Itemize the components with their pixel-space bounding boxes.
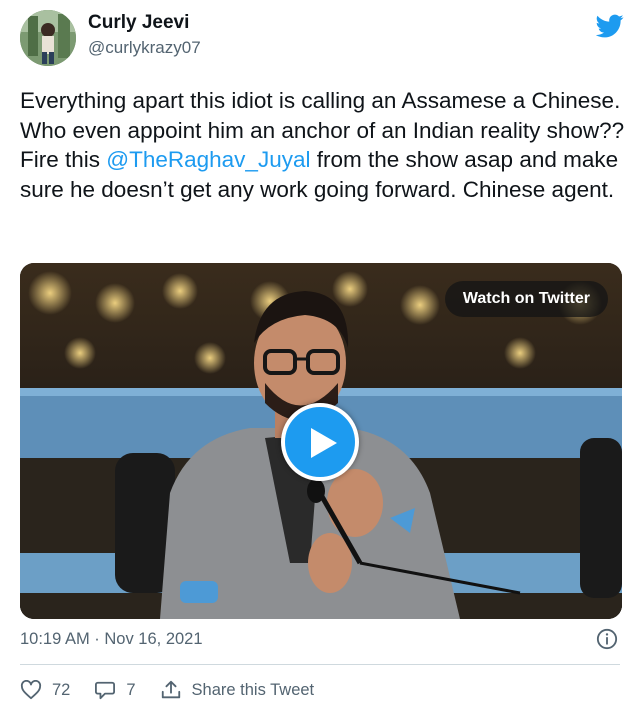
- reply-count: 7: [126, 680, 136, 699]
- tweet-card: Curly Jeevi @curlykrazy07 Everything apa…: [0, 0, 640, 708]
- like-action[interactable]: 72: [20, 680, 70, 700]
- tweet-text-prefix: Fire this: [20, 147, 107, 172]
- tweet-timestamp[interactable]: 10:19 AM · Nov 16, 2021: [20, 630, 203, 649]
- video-player[interactable]: Watch on Twitter: [20, 263, 622, 619]
- twitter-bird-icon[interactable]: [596, 12, 624, 40]
- reply-icon: [95, 681, 116, 700]
- mention-link[interactable]: @TheRaghav_Juyal: [106, 147, 310, 172]
- avatar[interactable]: [20, 10, 76, 66]
- share-icon: [161, 680, 180, 699]
- like-count: 72: [52, 680, 71, 699]
- author-handle[interactable]: @curlykrazy07: [88, 38, 201, 58]
- tweet-text: Everything apart this idiot is calling a…: [20, 86, 625, 204]
- avatar-image: [20, 10, 76, 66]
- tweet-actions: 72 7 Share this Tweet: [20, 676, 338, 704]
- play-icon: [311, 428, 337, 458]
- play-button[interactable]: [281, 403, 359, 481]
- author-display-name[interactable]: Curly Jeevi: [88, 12, 189, 34]
- info-icon[interactable]: [596, 628, 618, 650]
- share-label: Share this Tweet: [191, 680, 315, 699]
- tweet-text-line1: Everything apart this idiot is calling a…: [20, 88, 625, 143]
- heart-icon: [20, 680, 42, 700]
- watch-on-twitter-button[interactable]: Watch on Twitter: [444, 281, 608, 317]
- reply-action[interactable]: 7: [94, 680, 136, 700]
- footer-divider: [20, 664, 620, 665]
- share-action[interactable]: Share this Tweet: [160, 679, 315, 701]
